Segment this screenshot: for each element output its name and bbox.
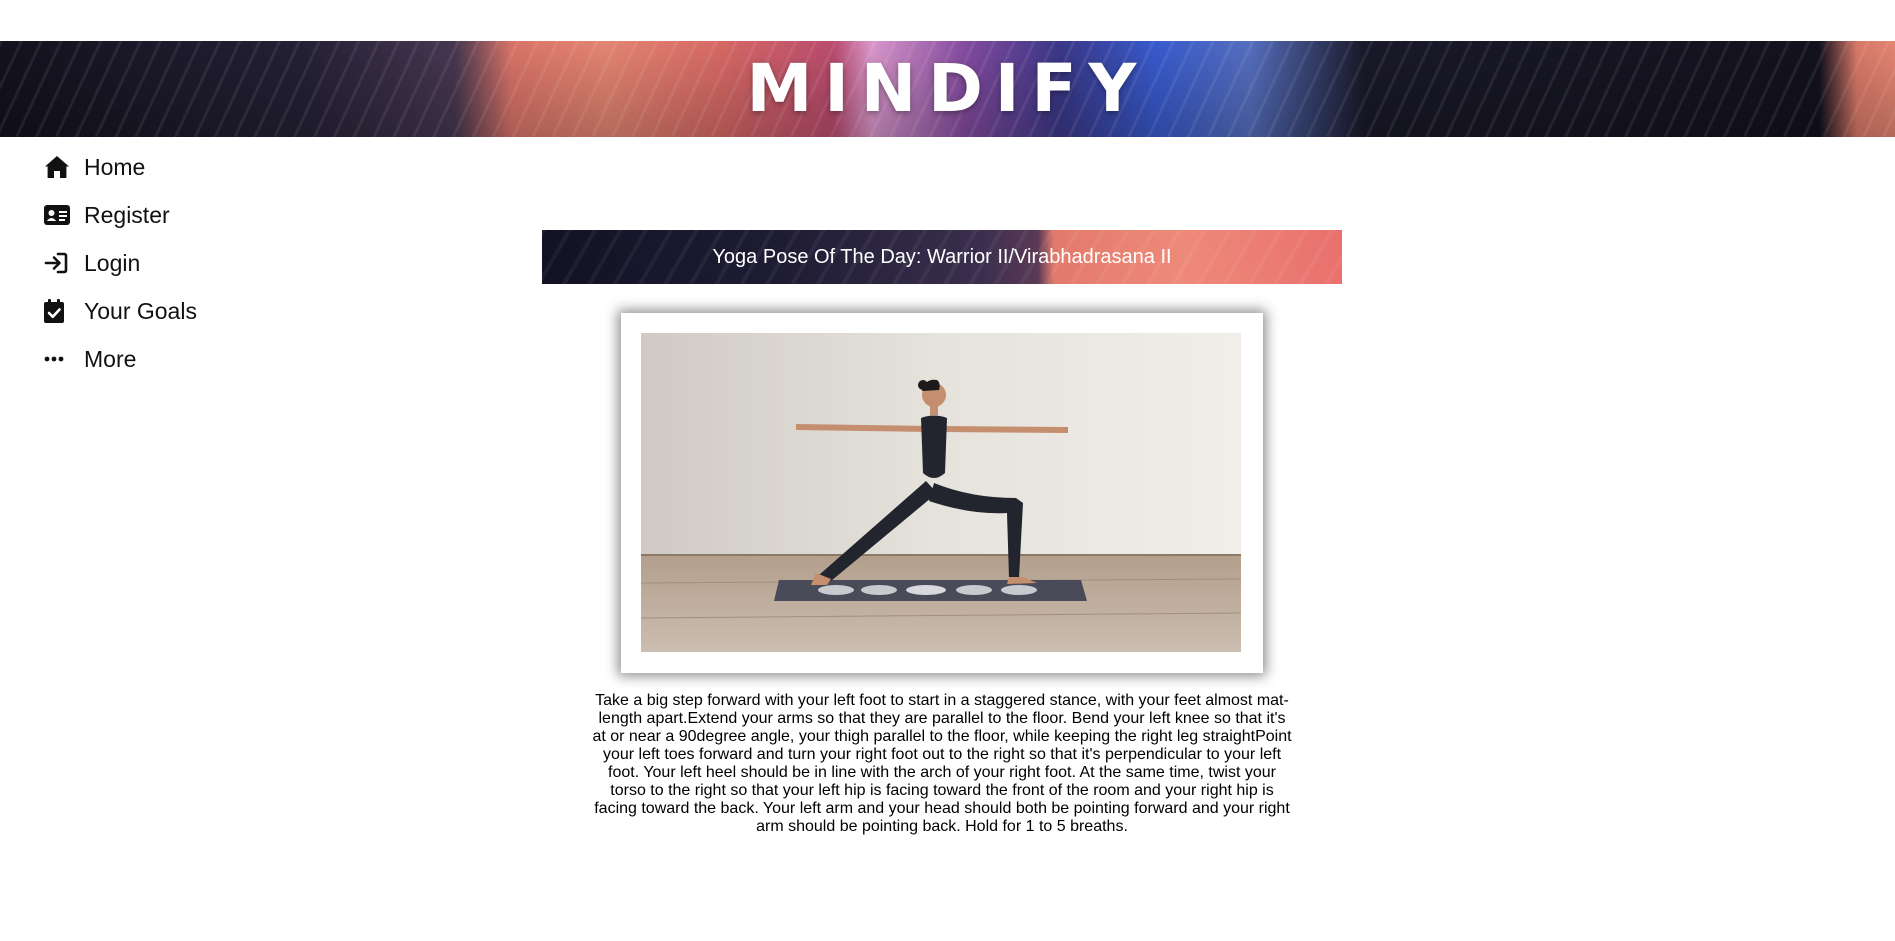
brand-logo[interactable]: MINDIFY [0,41,1895,137]
pose-title: Yoga Pose Of The Day: Warrior II/Virabha… [712,246,1172,268]
ellipsis-icon [44,345,72,373]
nav-label-home: Home [84,153,146,180]
nav-item-more[interactable]: More [44,335,197,383]
pose-photo-frame [621,313,1263,673]
nav-item-register[interactable]: Register [44,191,197,239]
nav-item-home[interactable]: Home [44,143,197,191]
header-banner: MINDIFY [0,41,1895,137]
pose-title-bar: Yoga Pose Of The Day: Warrior II/Virabha… [542,230,1342,284]
id-card-icon [44,201,72,229]
pose-photo [641,333,1241,652]
nav-label-login: Login [84,249,141,276]
home-icon [44,153,72,181]
sign-in-icon [44,249,72,277]
page: MINDIFY Home Register Login Your Goals M… [0,0,1895,941]
calendar-check-icon [44,297,72,325]
nav-label-goals: Your Goals [84,297,197,324]
nav-label-more: More [84,345,137,372]
nav-item-login[interactable]: Login [44,239,197,287]
sidebar-nav: Home Register Login Your Goals More [44,143,197,383]
nav-item-goals[interactable]: Your Goals [44,287,197,335]
pose-description: Take a big step forward with your left f… [592,692,1292,835]
nav-label-register: Register [84,201,170,228]
